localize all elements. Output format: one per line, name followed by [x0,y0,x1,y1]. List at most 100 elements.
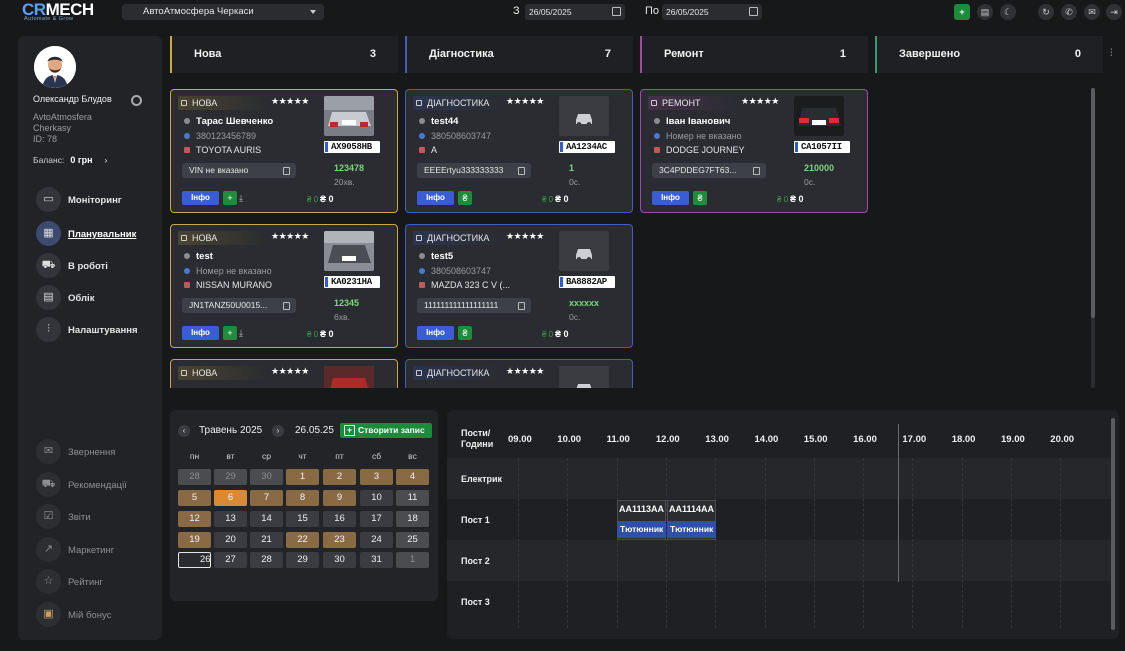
car-placeholder-icon[interactable] [559,96,609,136]
copy-icon[interactable] [753,167,760,175]
nav-in-work[interactable]: ⛟ В роботі [36,253,166,279]
avatar[interactable] [34,46,76,88]
calendar-day[interactable]: 28 [250,552,283,568]
info-button[interactable]: Інфо [417,326,454,340]
client-phone[interactable]: 380508603747 [419,266,491,276]
copy-icon[interactable] [283,167,290,175]
calendar-day[interactable]: 19 [178,532,211,548]
calendar-day[interactable]: 20 [214,532,247,548]
board-scrollbar[interactable] [1091,88,1095,388]
currency-icon[interactable]: ₴ [458,191,472,205]
vin-field[interactable]: EEEErtyu333333333 [417,163,531,178]
logo[interactable]: CRMECH Automate & Grow [22,0,102,24]
car-placeholder-icon[interactable] [559,366,609,388]
gear-icon[interactable] [131,95,142,106]
car-photo[interactable] [324,366,374,388]
order-card[interactable]: ДІАГНОСТИКА ★★★★★ test44 380508603747 A … [405,89,633,213]
date-from-input[interactable]: 26/05/2025 [525,4,625,20]
client-phone[interactable]: 380123456789 [184,131,256,141]
copy-icon[interactable] [518,167,525,175]
schedule-event[interactable]: AA1113AA Тютюнник [617,500,666,540]
calendar-day[interactable]: 31 [360,552,393,568]
calendar-day[interactable]: 2 [323,469,356,485]
scroll-thumb[interactable] [1091,88,1095,318]
car-photo[interactable] [324,96,374,136]
calendar-day[interactable]: 25 [396,532,429,548]
refresh-icon[interactable]: ↻ [1038,4,1054,20]
order-card[interactable]: ДІАГНОСТИКА ★★★★★ test5 380508603747 MAZ… [405,224,633,348]
nav-monitoring[interactable]: ▭ Моніторинг [36,187,166,213]
nav-accounting[interactable]: ▤ Облік [36,285,166,311]
balance[interactable]: Баланс: 0 грн › [33,155,107,165]
calendar-day[interactable]: 29 [214,469,247,485]
order-card[interactable]: НОВА ★★★★★ Тарас Шевченко 380123456789 T… [170,89,398,213]
calendar-icon[interactable] [612,7,621,16]
calendar-day[interactable]: 5 [178,490,211,506]
calendar-day[interactable]: 17 [360,511,393,527]
calendar-day[interactable]: 30 [323,552,356,568]
branch-select[interactable]: АвтоАтмосфера Черкаси [122,4,324,20]
currency-icon[interactable]: ₴ [458,326,472,340]
order-card[interactable]: НОВА ★★★★★ [170,359,398,388]
calendar-day[interactable]: 4 [396,469,429,485]
calendar-icon[interactable] [749,7,758,16]
calendar-day[interactable]: 26 [178,552,211,568]
info-button[interactable]: Інфо [417,191,454,205]
calendar-day[interactable]: 21 [250,532,283,548]
phone-icon[interactable]: ✆ [1061,4,1077,20]
calendar-day[interactable]: 27 [214,552,247,568]
copy-icon[interactable] [283,302,290,310]
calendar-day[interactable]: 30 [250,469,283,485]
calendar-day[interactable]: 6 [214,490,247,506]
copy-icon[interactable] [518,302,525,310]
calendar-day[interactable]: 14 [250,511,283,527]
calendar-day[interactable]: 7 [250,490,283,506]
archive-icon[interactable]: ▤ [977,4,993,20]
download-icon[interactable]: ⤓ [239,328,243,339]
download-icon[interactable]: ⤓ [239,193,243,204]
chat-icon[interactable]: ✉ [1084,4,1100,20]
info-button[interactable]: Інфо [182,326,219,340]
calendar-day[interactable]: 9 [323,490,356,506]
add-icon[interactable]: + [954,4,970,20]
nav-requests[interactable]: ✉ Звернення [36,439,166,465]
car-photo[interactable] [794,96,844,136]
nav-rating[interactable]: ☆ Рейтинг [36,569,166,595]
vin-field[interactable]: 111111111111111111 [417,298,531,313]
nav-my-bonus[interactable]: ▣ Мій бонус [36,602,166,628]
schedule-event[interactable]: AA1114AA Тютюнник [667,500,716,540]
calendar-day[interactable]: 16 [323,511,356,527]
vin-field[interactable]: 3C4PDDEG7FT63... [652,163,766,178]
filter-icon[interactable]: ⫶ [1110,48,1113,59]
date-to-input[interactable]: 26/05/2025 [662,4,762,20]
chevron-right-icon[interactable]: › [105,155,108,165]
calendar-day[interactable]: 3 [360,469,393,485]
calendar-day[interactable]: 29 [286,552,319,568]
nav-planner[interactable]: ▦ Планувальник [36,221,166,247]
add-icon[interactable]: + [223,191,237,205]
theme-icon[interactable]: ☾ [1000,4,1016,20]
client-phone[interactable]: 380508603747 [419,131,491,141]
order-card[interactable]: НОВА ★★★★★ test Номер не вказано NISSAN … [170,224,398,348]
client-phone[interactable]: Номер не вказано [654,131,742,141]
calendar-day[interactable]: 11 [396,490,429,506]
info-button[interactable]: Інфо [652,191,689,205]
calendar-day[interactable]: 15 [286,511,319,527]
calendar-day[interactable]: 12 [178,511,211,527]
calendar-day[interactable]: 1 [396,552,429,568]
order-card[interactable]: РЕМОНТ ★★★★★ Іван Іванович Номер не вказ… [640,89,868,213]
calendar-day[interactable]: 13 [214,511,247,527]
nav-settings[interactable]: ⫶ Налаштування [36,317,166,343]
create-record-button[interactable]: + Створити запис [340,423,432,438]
calendar-day[interactable]: 28 [178,469,211,485]
info-button[interactable]: Інфо [182,191,219,205]
nav-recommendations[interactable]: ⛟ Рекомендації [36,472,166,498]
vin-field[interactable]: JN1TANZ50U0015... [182,298,296,313]
currency-icon[interactable]: ₴ [693,191,707,205]
calendar-day[interactable]: 18 [396,511,429,527]
calendar-day[interactable]: 1 [286,469,319,485]
car-placeholder-icon[interactable] [559,231,609,271]
vin-field[interactable]: VIN не вказано [182,163,296,178]
add-icon[interactable]: + [223,326,237,340]
calendar-day[interactable]: 22 [286,532,319,548]
